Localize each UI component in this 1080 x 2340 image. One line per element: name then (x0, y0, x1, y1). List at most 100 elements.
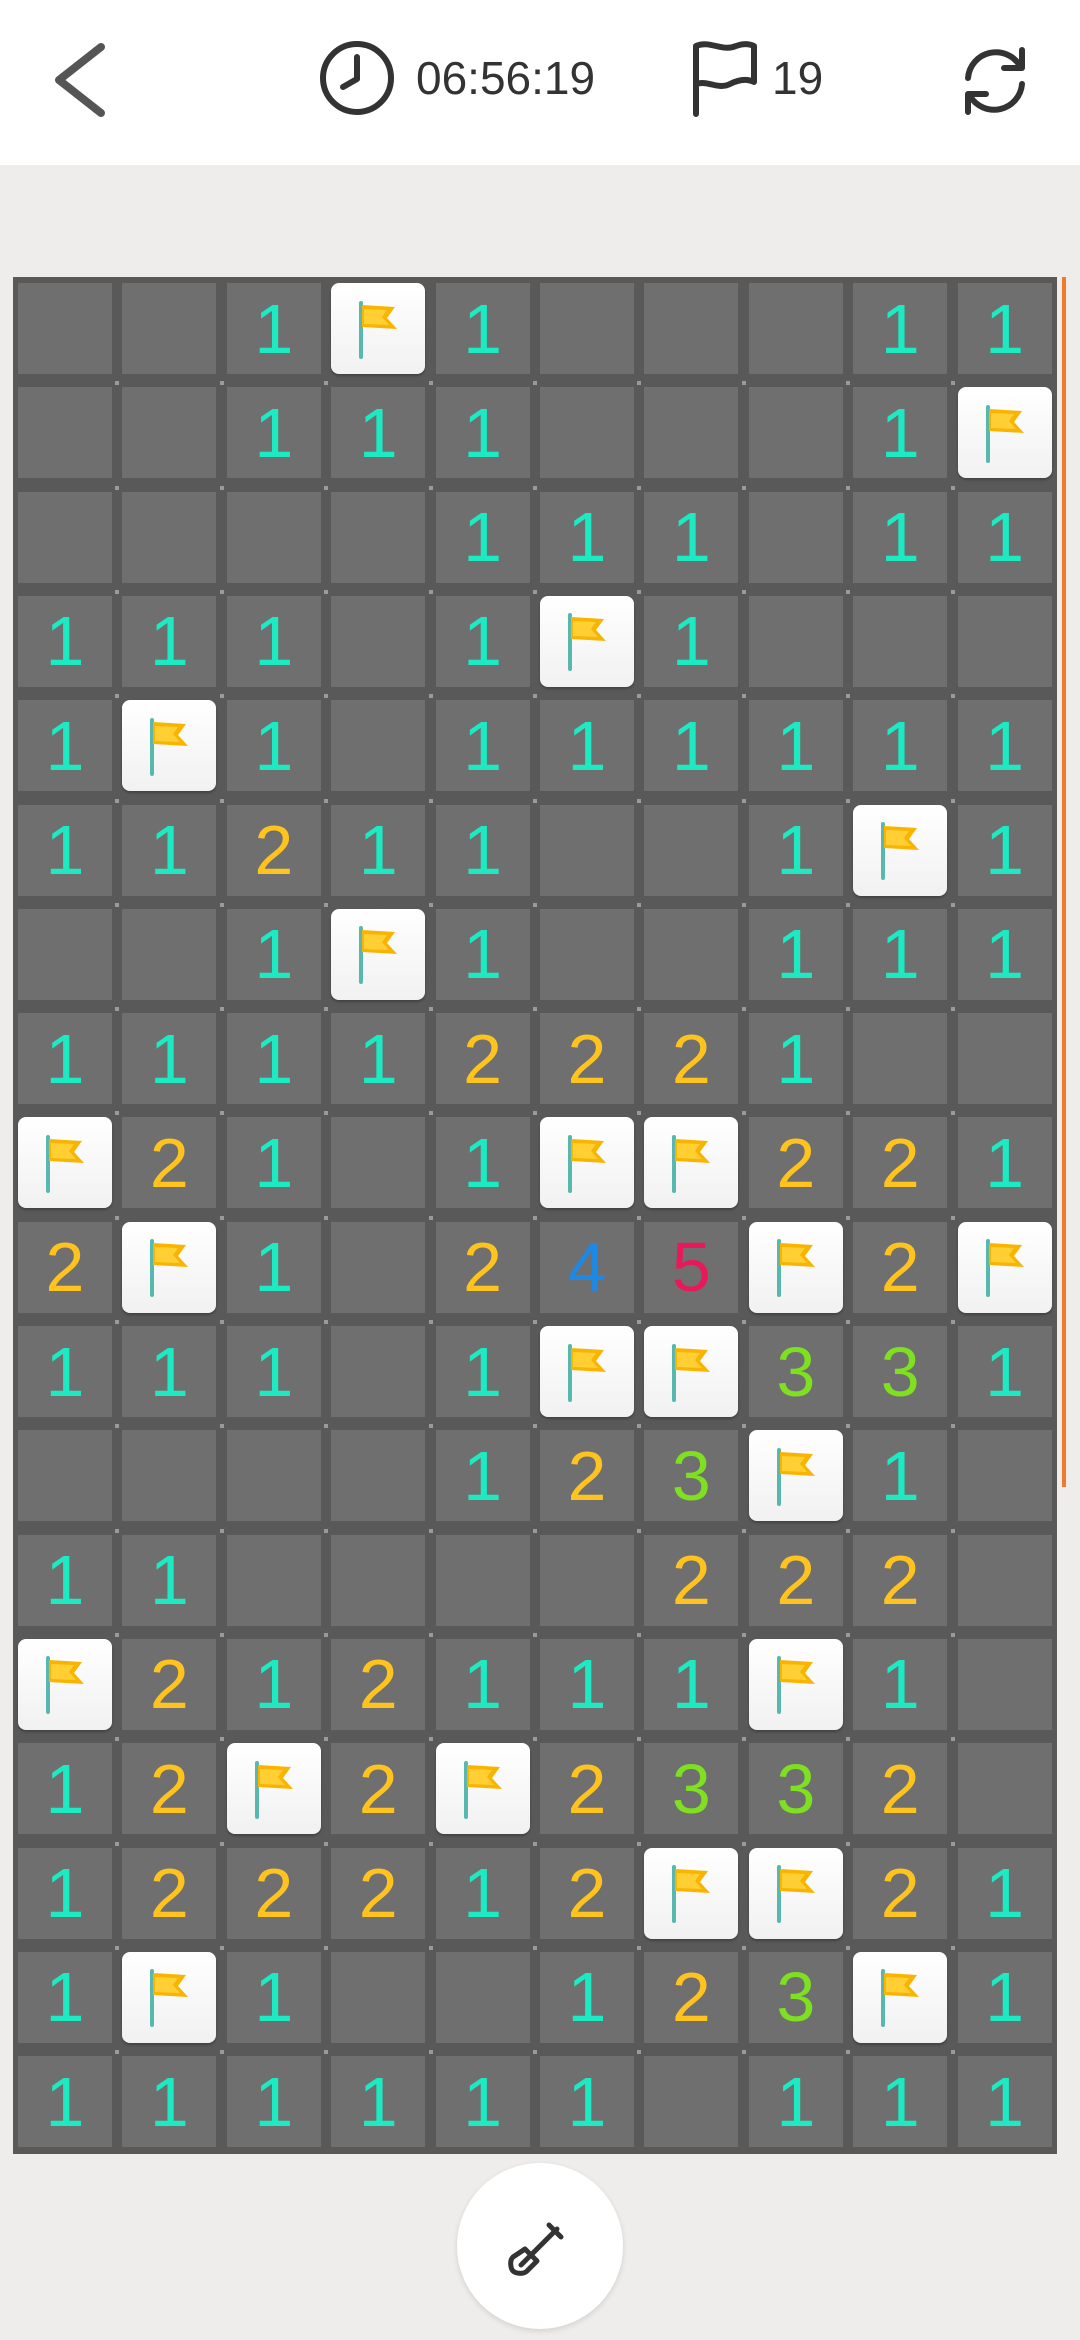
cell-empty[interactable] (226, 491, 321, 583)
cell-empty[interactable] (957, 1430, 1052, 1522)
cell-number[interactable]: 2 (122, 1117, 217, 1209)
cell-empty[interactable] (122, 491, 217, 583)
cell-flagged[interactable] (331, 908, 426, 1000)
cell-number[interactable]: 1 (540, 491, 634, 583)
cell-number[interactable]: 2 (226, 1847, 321, 1939)
cell-empty[interactable] (331, 1430, 426, 1522)
back-button[interactable] (45, 35, 125, 125)
cell-number[interactable]: 1 (226, 1117, 321, 1209)
cell-number[interactable]: 2 (853, 1743, 948, 1835)
cell-empty[interactable] (331, 1117, 426, 1209)
cell-number[interactable]: 5 (644, 1221, 739, 1313)
cell-number[interactable]: 3 (644, 1743, 739, 1835)
cell-empty[interactable] (226, 1534, 321, 1626)
cell-number[interactable]: 1 (540, 1951, 634, 2043)
cell-flagged[interactable] (540, 1117, 634, 1209)
cell-number[interactable]: 1 (226, 387, 321, 479)
cell-empty[interactable] (748, 491, 843, 583)
cell-number[interactable]: 1 (122, 1326, 217, 1417)
cell-empty[interactable] (644, 283, 739, 374)
cell-number[interactable]: 1 (18, 700, 112, 792)
cell-empty[interactable] (644, 804, 739, 896)
cell-number[interactable]: 2 (644, 1013, 739, 1105)
cell-number[interactable]: 1 (435, 700, 530, 792)
cell-empty[interactable] (644, 387, 739, 479)
cell-empty[interactable] (435, 1534, 530, 1626)
cell-number[interactable]: 1 (435, 1847, 530, 1939)
cell-number[interactable]: 1 (957, 908, 1052, 1000)
cell-number[interactable]: 1 (226, 1326, 321, 1417)
cell-number[interactable]: 1 (644, 595, 739, 687)
cell-number[interactable]: 1 (435, 491, 530, 583)
cell-flagged[interactable] (748, 1638, 843, 1730)
cell-number[interactable]: 2 (331, 1638, 426, 1730)
cell-flagged[interactable] (957, 1221, 1052, 1313)
cell-number[interactable]: 1 (331, 2056, 426, 2148)
cell-number[interactable]: 1 (853, 1430, 948, 1522)
cell-number[interactable]: 1 (957, 491, 1052, 583)
cell-empty[interactable] (122, 1430, 217, 1522)
cell-empty[interactable] (18, 283, 112, 374)
cell-number[interactable]: 1 (853, 491, 948, 583)
cell-number[interactable]: 1 (226, 1221, 321, 1313)
cell-number[interactable]: 1 (540, 1638, 634, 1730)
cell-number[interactable]: 1 (957, 804, 1052, 896)
cell-number[interactable]: 2 (748, 1534, 843, 1626)
cell-empty[interactable] (957, 1534, 1052, 1626)
cell-empty[interactable] (331, 1534, 426, 1626)
cell-number[interactable]: 2 (331, 1743, 426, 1835)
cell-number[interactable]: 1 (957, 1951, 1052, 2043)
cell-number[interactable]: 2 (540, 1013, 634, 1105)
cell-flagged[interactable] (122, 1221, 217, 1313)
cell-number[interactable]: 2 (331, 1847, 426, 1939)
cell-number[interactable]: 1 (957, 1326, 1052, 1417)
cell-empty[interactable] (540, 1534, 634, 1626)
cell-number[interactable]: 1 (226, 1013, 321, 1105)
cell-empty[interactable] (748, 595, 843, 687)
cell-number[interactable]: 1 (226, 1951, 321, 2043)
cell-empty[interactable] (331, 1221, 426, 1313)
cell-number[interactable]: 1 (540, 2056, 634, 2148)
cell-flagged[interactable] (122, 1951, 217, 2043)
cell-number[interactable]: 2 (540, 1847, 634, 1939)
cell-number[interactable]: 1 (18, 595, 112, 687)
cell-flagged[interactable] (748, 1221, 843, 1313)
cell-number[interactable]: 1 (18, 2056, 112, 2148)
cell-flagged[interactable] (644, 1326, 739, 1417)
cell-number[interactable]: 1 (331, 804, 426, 896)
cell-number[interactable]: 1 (18, 1847, 112, 1939)
cell-empty[interactable] (540, 804, 634, 896)
cell-number[interactable]: 3 (644, 1430, 739, 1522)
cell-flagged[interactable] (748, 1847, 843, 1939)
cell-empty[interactable] (18, 491, 112, 583)
cell-empty[interactable] (18, 387, 112, 479)
cell-number[interactable]: 1 (122, 804, 217, 896)
cell-number[interactable]: 1 (644, 700, 739, 792)
cell-flagged[interactable] (540, 595, 634, 687)
cell-empty[interactable] (122, 908, 217, 1000)
cell-empty[interactable] (331, 700, 426, 792)
cell-number[interactable]: 1 (18, 1951, 112, 2043)
cell-number[interactable]: 1 (226, 908, 321, 1000)
cell-number[interactable]: 1 (331, 1013, 426, 1105)
cell-number[interactable]: 1 (122, 2056, 217, 2148)
cell-number[interactable]: 1 (644, 491, 739, 583)
cell-number[interactable]: 1 (435, 1638, 530, 1730)
cell-number[interactable]: 2 (853, 1847, 948, 1939)
cell-number[interactable]: 1 (226, 1638, 321, 1730)
cell-empty[interactable] (331, 491, 426, 583)
cell-empty[interactable] (540, 908, 634, 1000)
cell-flagged[interactable] (748, 1430, 843, 1522)
cell-number[interactable]: 1 (435, 1117, 530, 1209)
cell-number[interactable]: 1 (435, 804, 530, 896)
cell-number[interactable]: 1 (435, 283, 530, 374)
cell-number[interactable]: 2 (122, 1743, 217, 1835)
cell-number[interactable]: 1 (331, 387, 426, 479)
cell-number[interactable]: 1 (853, 387, 948, 479)
cell-number[interactable]: 1 (957, 2056, 1052, 2148)
cell-number[interactable]: 2 (435, 1013, 530, 1105)
cell-number[interactable]: 3 (748, 1951, 843, 2043)
cell-empty[interactable] (644, 2056, 739, 2148)
cell-flagged[interactable] (18, 1117, 112, 1209)
cell-flagged[interactable] (644, 1847, 739, 1939)
